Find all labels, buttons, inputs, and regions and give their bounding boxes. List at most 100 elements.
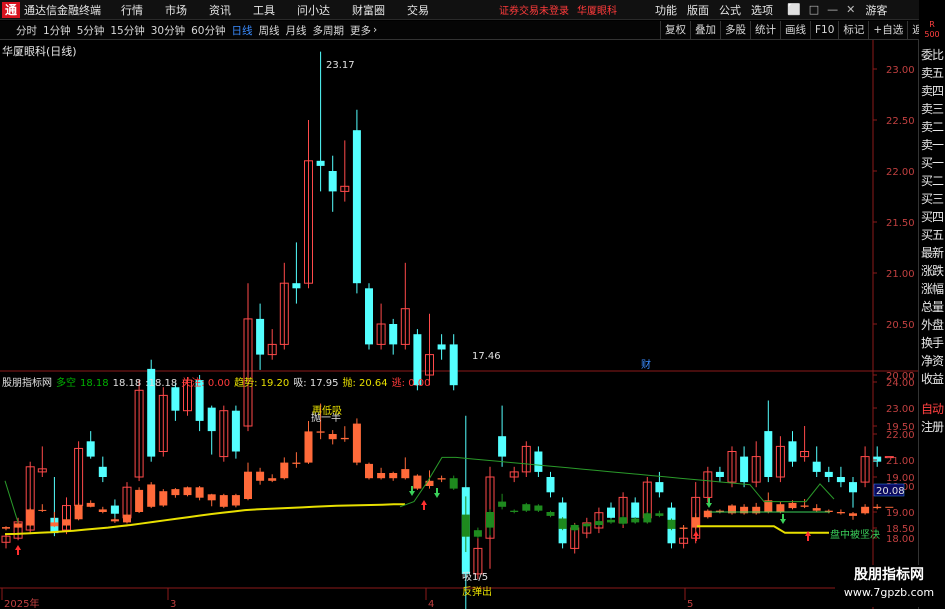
side-panel-item[interactable]: 买四 [919,208,945,226]
candle-body [292,283,301,289]
menubar: 通 通达信金融终端 行情 市场 资讯 工具 问小达 财富圈 交易 证券交易未登录… [0,0,945,20]
price-tick-label: 23.00 [886,65,915,76]
finance-marker[interactable]: 财 [641,358,651,371]
period-more[interactable]: 更多 [350,23,371,38]
sub-candle-body [667,519,676,529]
sub-candle-body [195,487,204,498]
menu-quotes[interactable]: 行情 [121,2,143,18]
sub-candle-body [498,501,507,507]
add-watchlist-button[interactable]: +自选 [868,21,907,40]
minimize-icon[interactable]: — [827,3,838,16]
sub-chart-legend: 股朋指标网 多空 18.18 18.18:18.18 关注: 0.00 趋势: 19.2… [2,374,439,389]
sub-candle-body [231,495,240,506]
period-5min[interactable]: 5分钟 [77,23,105,38]
legend-item: 吸: 17.95 [293,378,339,389]
sub-candle-body [328,434,337,440]
sub-candle-body [26,509,35,526]
chevron-right-icon[interactable]: › [373,24,377,36]
side-panel-item[interactable]: 外盘 [919,316,945,334]
candle-body [256,318,265,355]
period-intraday[interactable]: 分时 [16,23,37,38]
multi-stock-button[interactable]: 多股 [720,21,750,40]
menu-formula[interactable]: 公式 [719,2,741,18]
period-monthly[interactable]: 月线 [286,23,307,38]
side-panel-item[interactable]: 总量 [919,298,945,316]
side-panel-item[interactable]: 买一 [919,154,945,172]
candle-body [86,441,95,457]
sub-chart-title: 股朋指标网 [2,378,52,389]
menu-layout[interactable]: 版面 [687,2,709,18]
side-panel-item[interactable]: 涨跌 [919,262,945,280]
candle-body [764,431,773,477]
guest-label[interactable]: 游客 [865,2,887,18]
side-panel-item[interactable]: 换手 [919,334,945,352]
menu-trade[interactable]: 交易 [407,2,429,18]
sub-price-tick-label: 23.00 [886,404,915,415]
candle-body [715,471,724,477]
period-30min[interactable]: 30分钟 [151,23,185,38]
sub-candle-body [171,489,180,496]
period-60min[interactable]: 60分钟 [191,23,225,38]
period-15min[interactable]: 15分钟 [110,23,144,38]
side-panel-item[interactable]: 买五 [919,226,945,244]
menu-wealth[interactable]: 财富圈 [352,2,385,18]
side-register[interactable]: 注册 [919,418,945,436]
watermark-title: 股朋指标网 [854,567,924,583]
maximize-icon[interactable]: □ [809,3,819,16]
menu-tools[interactable]: 工具 [253,2,275,18]
side-panel-item[interactable]: 委比 [919,46,945,64]
side-panel-item[interactable]: 涨幅 [919,280,945,298]
candle-body [389,324,398,345]
period-multi[interactable]: 多周期 [313,23,345,38]
overlay-button[interactable]: 叠加 [690,21,720,40]
side-panel-item[interactable]: 最新 [919,244,945,262]
sub-candle-body [788,502,797,509]
sub-candle-body [473,530,482,537]
menu-function[interactable]: 功能 [655,2,677,18]
sub-candle-body [873,506,882,509]
side-auto[interactable]: 自动 [919,400,945,418]
mark-button[interactable]: 标记 [838,21,868,40]
candle-body [171,387,180,411]
candle-body [437,344,446,350]
sub-candle-body [655,513,664,516]
kline-chart[interactable]: 23.0022.5022.0021.5021.0020.5020.0019.50… [0,40,918,609]
period-weekly[interactable]: 周线 [259,23,280,38]
sub-candle-body [98,509,107,512]
side-panel-item[interactable]: 净资 [919,352,945,370]
sub-candle-body [219,495,228,507]
side-panel-item[interactable]: 卖一 [919,136,945,154]
sub-candle-body [256,471,265,481]
side-panel-item[interactable]: 卖二 [919,118,945,136]
sub-candle-body [413,475,422,489]
sub-candle-body [183,487,192,496]
sub-candle-body [280,462,289,479]
period-1min[interactable]: 1分钟 [43,23,71,38]
period-daily[interactable]: 日线 [232,23,253,38]
side-panel-item[interactable]: 卖四 [919,82,945,100]
side-panel-item[interactable]: 买二 [919,172,945,190]
menu-ask[interactable]: 问小达 [297,2,330,18]
sub-candle-body [159,491,168,506]
draw-line-button[interactable]: 画线 [780,21,810,40]
adjust-button[interactable]: 复权 [660,21,690,40]
menu-market[interactable]: 市场 [165,2,187,18]
login-status[interactable]: 证券交易未登录 [499,2,569,17]
close-icon[interactable]: ✕ [846,3,855,16]
sub-candle-body [352,423,361,463]
side-panel-item[interactable]: 卖三 [919,100,945,118]
sub-candle-body [135,489,144,512]
candle-body [352,130,361,284]
legend-item: 多空 [56,378,76,389]
side-panel-item[interactable]: 买三 [919,190,945,208]
menu-news[interactable]: 资讯 [209,2,231,18]
statistics-button[interactable]: 统计 [750,21,780,40]
side-panel-item[interactable]: 卖五 [919,64,945,82]
annotation-buy-fifth: 吸1/5 [462,572,488,583]
menu-options[interactable]: 选项 [751,2,773,18]
restore-icon[interactable]: ⬜ [787,3,801,16]
sub-candle-body [340,437,349,440]
f10-button[interactable]: F10 [810,21,838,40]
side-panel-item[interactable]: 收益 [919,370,945,388]
low-price-label: 17.46 [472,351,501,362]
